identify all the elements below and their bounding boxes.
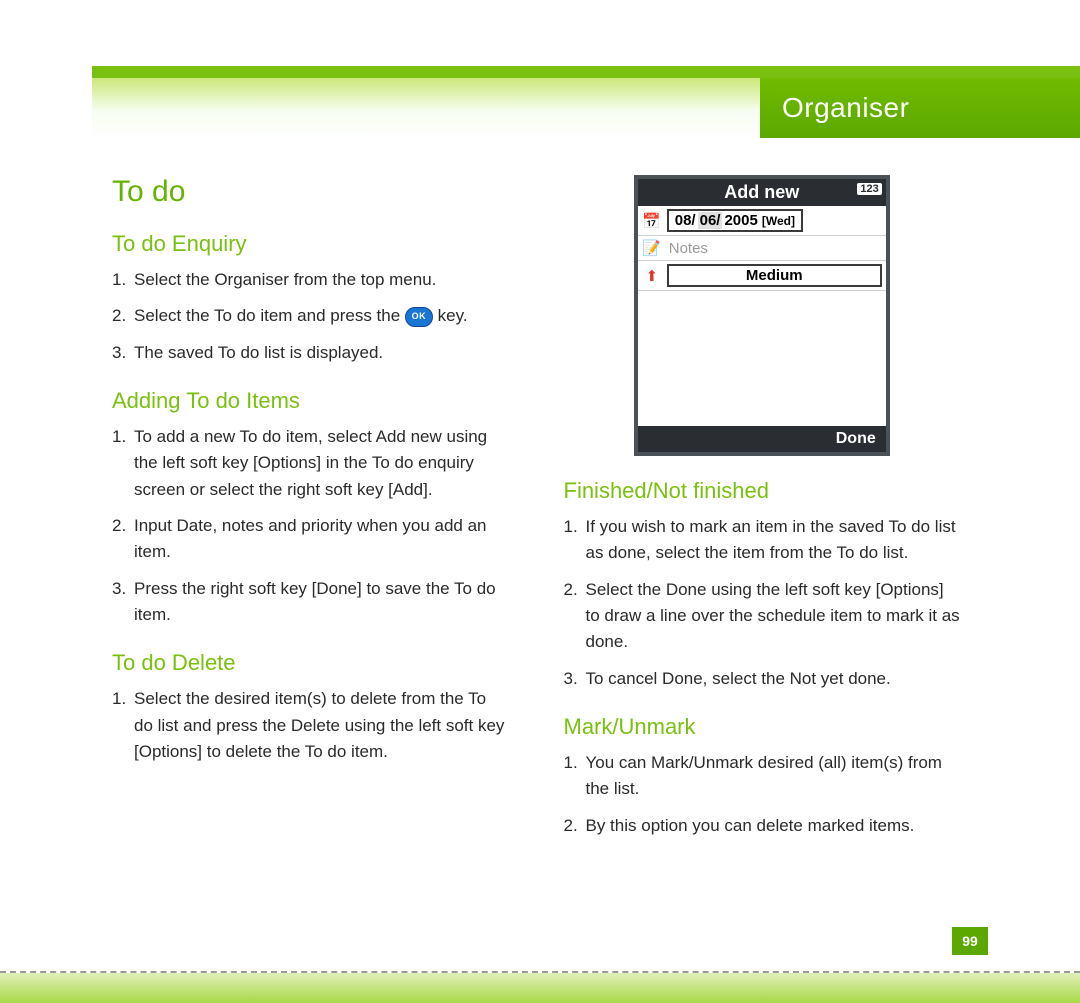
section-heading-finished: Finished/Not finished	[564, 478, 961, 504]
section-heading-enquiry: To do Enquiry	[112, 231, 509, 257]
page-title: To do	[112, 175, 509, 209]
phone-priority-row: ⬆ Medium	[638, 261, 886, 291]
section-heading-mark: Mark/Unmark	[564, 714, 961, 740]
phone-notes-row: 📝 Notes	[638, 236, 886, 261]
phone-screen-body: 📅 08/06/2005 [Wed] 📝 Notes ⬆ Medium	[638, 206, 886, 426]
content-area: To do To do Enquiry Select the Organiser…	[112, 175, 960, 923]
date-field: 08/06/2005 [Wed]	[667, 209, 803, 232]
priority-field: Medium	[667, 264, 882, 287]
adding-list: To add a new To do item, select Add new …	[112, 424, 509, 628]
date-year: 2005	[724, 212, 757, 229]
banner-top-stripe	[92, 66, 1080, 78]
header-banner: Organiser	[92, 66, 1080, 138]
delete-list: Select the desired item(s) to delete fro…	[112, 686, 509, 765]
input-mode-indicator: 123	[857, 183, 881, 195]
priority-icon: ⬆	[642, 267, 662, 285]
mark-list: You can Mark/Unmark desired (all) item(s…	[564, 750, 961, 839]
list-item: Select the Done using the left soft key …	[564, 577, 961, 656]
list-item: You can Mark/Unmark desired (all) item(s…	[564, 750, 961, 803]
footer-gradient	[0, 973, 1080, 1003]
chapter-title-box: Organiser	[760, 78, 1080, 138]
list-item: Select the desired item(s) to delete fro…	[112, 686, 509, 765]
list-item: To add a new To do item, select Add new …	[112, 424, 509, 503]
list-item: Press the right soft key [Done] to save …	[112, 576, 509, 629]
page-number-badge: 99	[952, 927, 988, 955]
finished-list: If you wish to mark an item in the saved…	[564, 514, 961, 692]
phone-date-row: 📅 08/06/2005 [Wed]	[638, 206, 886, 236]
list-item: Select the Organiser from the top menu.	[112, 267, 509, 293]
enquiry-list: Select the Organiser from the top menu. …	[112, 267, 509, 366]
column-left: To do To do Enquiry Select the Organiser…	[112, 175, 509, 923]
ok-key-icon: OK	[405, 307, 433, 327]
manual-page: Organiser To do To do Enquiry Select the…	[0, 0, 1080, 1003]
date-selected-part: 06/	[698, 212, 723, 229]
date-prefix: 08/	[675, 212, 696, 229]
list-item: If you wish to mark an item in the saved…	[564, 514, 961, 567]
section-heading-adding: Adding To do Items	[112, 388, 509, 414]
list-item: Input Date, notes and priority when you …	[112, 513, 509, 566]
notes-icon: 📝	[642, 239, 662, 257]
notes-placeholder: Notes	[667, 240, 708, 257]
list-item: To cancel Done, select the Not yet done.	[564, 666, 961, 692]
list-item: The saved To do list is displayed.	[112, 340, 509, 366]
chapter-title: Organiser	[782, 92, 909, 124]
phone-screen-mock: Add new 123 📅 08/06/2005 [Wed] 📝 Notes	[634, 175, 890, 456]
phone-screen-title-bar: Add new 123	[638, 179, 886, 206]
day-label: [Wed]	[762, 214, 795, 228]
section-heading-delete: To do Delete	[112, 650, 509, 676]
phone-softkey-bar: Done	[638, 426, 886, 452]
column-right: Add new 123 📅 08/06/2005 [Wed] 📝 Notes	[564, 175, 961, 923]
phone-screen-title: Add new	[724, 182, 799, 202]
calendar-icon: 📅	[642, 212, 662, 230]
softkey-right: Done	[836, 430, 876, 448]
list-item: By this option you can delete marked ite…	[564, 813, 961, 839]
list-item: Select the To do item and press the OK k…	[112, 303, 509, 329]
page-number: 99	[962, 933, 978, 949]
